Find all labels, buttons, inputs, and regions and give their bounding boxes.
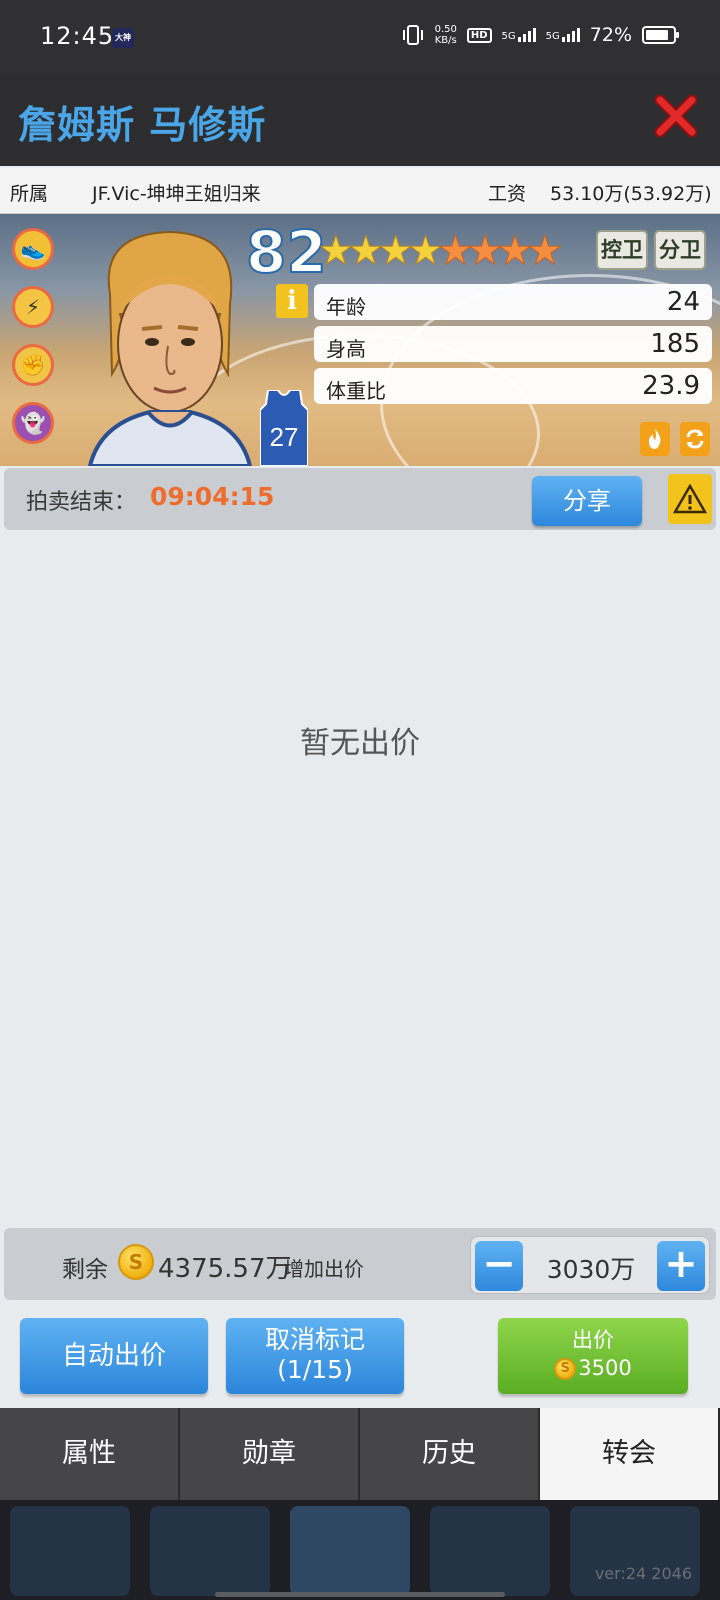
net-speed: 0.50 KB/s xyxy=(434,24,457,46)
stat-height: 身高 185 xyxy=(314,326,712,362)
unmark-count: (1/15) xyxy=(277,1355,353,1384)
warning-icon[interactable] xyxy=(668,474,712,524)
badge-column: 👟 ⚡ ✊ 👻 xyxy=(12,228,56,460)
salary-label: 工资 xyxy=(488,183,527,205)
coin-icon: S xyxy=(118,1244,154,1280)
place-bid-price: S 3500 xyxy=(498,1354,688,1382)
version-label: ver:24 2046 xyxy=(594,1564,692,1583)
unmark-button[interactable]: 取消标记 (1/15) xyxy=(226,1318,404,1394)
nav-ghost-icon[interactable] xyxy=(430,1506,550,1596)
team-name[interactable]: JF.Vic-坤坤王姐归来 xyxy=(92,179,261,206)
bid-list: 暂无出价 xyxy=(4,532,716,1226)
empty-bids-text: 暂无出价 xyxy=(300,726,420,761)
lightning-badge-icon[interactable]: ⚡ xyxy=(12,286,54,328)
auto-bid-button[interactable]: 自动出价 xyxy=(20,1318,208,1394)
status-bar: 12:45 大神 0.50 KB/s HD 5G 5G 72% xyxy=(0,0,720,74)
increase-bid-label: 增加出价 xyxy=(284,1257,364,1281)
notification-app-icon: 大神 xyxy=(112,28,134,48)
share-button[interactable]: 分享 xyxy=(532,476,642,526)
minus-button[interactable]: − xyxy=(475,1241,523,1291)
tab-transfer[interactable]: 转会 xyxy=(540,1408,720,1502)
ghost-badge-icon[interactable]: 👻 xyxy=(12,402,54,444)
hd-icon: HD xyxy=(466,27,492,43)
home-indicator[interactable] xyxy=(215,1592,505,1597)
auction-bar: 拍卖结束： 09:04:15 分享 xyxy=(4,468,716,530)
player-card: 👟 ⚡ ✊ 👻 27 82 ★★★★★★★★ 控卫 分卫 i 年龄 24 身高 … xyxy=(0,214,720,466)
remaining-coins: 4375.57万 xyxy=(158,1254,292,1284)
auction-end-label: 拍卖结束： xyxy=(26,490,137,515)
plus-button[interactable]: + xyxy=(657,1241,705,1291)
stat-age: 年龄 24 xyxy=(314,284,712,320)
overall-rating: 82 xyxy=(245,217,328,287)
place-bid-button[interactable]: 出价 S 3500 xyxy=(498,1318,688,1394)
unmark-label: 取消标记 xyxy=(264,1325,365,1354)
sneaker-badge-icon[interactable]: 👟 xyxy=(12,228,54,270)
refresh-icon[interactable] xyxy=(680,422,710,456)
coin-icon: S xyxy=(554,1358,577,1380)
position-tag-sg: 分卫 xyxy=(654,230,706,270)
close-icon[interactable] xyxy=(654,94,698,138)
auction-countdown: 09:04:15 xyxy=(150,482,275,511)
team-label: 所属 xyxy=(10,183,49,205)
battery-icon xyxy=(642,26,679,44)
vibrate-icon xyxy=(402,25,423,45)
tab-attributes[interactable]: 属性 xyxy=(0,1408,180,1500)
remaining-label: 剩余 xyxy=(62,1257,108,1283)
status-indicators: 0.50 KB/s HD 5G 5G 72% xyxy=(401,24,679,46)
jersey-icon: 27 xyxy=(260,390,308,466)
star-rating: ★★★★★★★★ xyxy=(317,228,563,275)
player-portrait xyxy=(87,230,253,466)
nav-ghost-icon[interactable] xyxy=(10,1506,130,1596)
nav-ghost-icon[interactable] xyxy=(150,1506,270,1596)
fire-icon[interactable] xyxy=(640,422,670,456)
signal-icon-1: 5G xyxy=(502,28,536,42)
place-bid-label: 出价 xyxy=(572,1328,614,1352)
player-header: 詹姆斯 马修斯 xyxy=(0,74,720,166)
bid-increment-value: 3030万 xyxy=(546,1255,636,1284)
bottom-nav: ver:24 2046 xyxy=(0,1500,720,1600)
player-name: 詹姆斯 马修斯 xyxy=(18,103,267,147)
status-time: 12:45 xyxy=(40,22,115,50)
bid-controls: 剩余 S 4375.57万 增加出价 − 3030万 + xyxy=(4,1228,716,1300)
tab-history[interactable]: 历史 xyxy=(360,1408,540,1500)
battery-percent: 72% xyxy=(589,24,632,46)
bid-increment-stepper: − 3030万 + xyxy=(470,1236,710,1294)
nav-ghost-icon[interactable] xyxy=(290,1506,410,1596)
signal-icon-2: 5G xyxy=(546,28,580,42)
jersey-number: 27 xyxy=(270,422,299,452)
tab-bar: 属性 勋章 历史 转会 xyxy=(0,1408,720,1502)
stat-weight-ratio: 体重比 23.9 xyxy=(314,368,712,404)
team-salary-row: 所属 JF.Vic-坤坤王姐归来 工资 53.10万(53.92万) xyxy=(0,168,720,214)
position-tag-pg: 控卫 xyxy=(596,230,648,270)
salary-value: 53.10万(53.92万) xyxy=(550,183,712,205)
info-icon[interactable]: i xyxy=(276,284,308,318)
tab-badges[interactable]: 勋章 xyxy=(180,1408,360,1500)
fist-badge-icon[interactable]: ✊ xyxy=(12,344,54,386)
